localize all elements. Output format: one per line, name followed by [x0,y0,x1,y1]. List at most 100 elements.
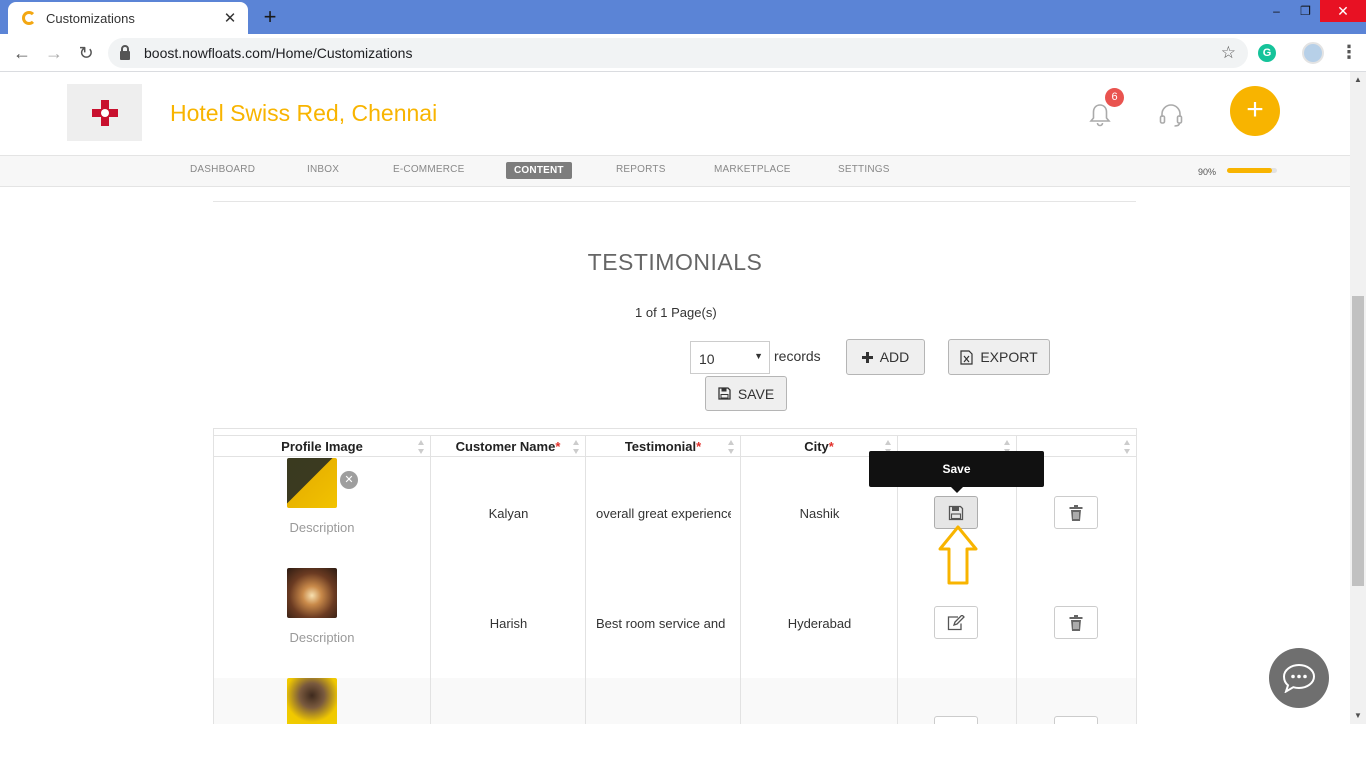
new-tab-button[interactable]: + [258,4,282,30]
profile-completion-bar [1227,168,1277,173]
up-arrow-annotation-icon [938,525,978,585]
business-name: Hotel Swiss Red, Chennai [170,100,438,126]
business-logo[interactable] [67,84,142,141]
back-button[interactable]: ← [10,41,34,65]
browser-tab-bar: Customizations ✕ + – ❐ ✕ [0,0,1366,34]
nav-marketplace[interactable]: MARKETPLACE [714,164,791,175]
customer-name-cell[interactable]: Harish [431,568,586,678]
logo-cross-icon [91,99,118,126]
nav-content[interactable]: CONTENT [506,162,572,179]
profile-image[interactable] [287,458,337,508]
export-button[interactable]: EXPORT [948,339,1050,375]
scroll-up-icon[interactable]: ▲ [1350,72,1366,88]
tab-title: Customizations [46,10,135,26]
remove-image-icon[interactable]: ✕ [340,471,358,489]
delete-row-button[interactable] [1054,716,1098,724]
customer-name-cell[interactable]: Kalyan [431,458,586,568]
testimonial-cell[interactable]: Best room service and [586,568,731,678]
required-marker: * [555,439,561,454]
required-marker: * [828,439,834,454]
favicon-icon [22,11,36,25]
bookmark-star-icon[interactable]: ☆ [1221,43,1236,63]
image-description[interactable]: Description [214,520,430,535]
grammarly-extension-icon[interactable]: G [1258,44,1276,62]
nav-dashboard[interactable]: DASHBOARD [190,164,255,175]
bell-icon[interactable] [1088,102,1112,128]
reload-button[interactable]: ↻ [74,41,98,65]
chat-bubble-icon [1282,663,1316,693]
scroll-thumb[interactable] [1352,296,1364,586]
nav-settings[interactable]: SETTINGS [838,164,890,175]
restore-button[interactable]: ❐ [1291,0,1320,22]
header-label: Profile Image [281,439,363,454]
sort-icon[interactable] [1124,440,1131,454]
delete-row-button[interactable] [1054,606,1098,639]
sort-icon[interactable] [418,440,425,454]
testimonial-cell[interactable] [586,678,731,724]
trash-icon [1069,614,1083,631]
address-bar[interactable]: boost.nowfloats.com/Home/Customizations … [108,38,1248,68]
save-tooltip: Save [869,451,1044,493]
window-close-button[interactable]: ✕ [1320,0,1366,22]
table-row: Description Harish Best room service and… [214,568,1136,678]
vertical-scrollbar[interactable]: ▲ ▼ [1350,72,1366,724]
save-button-label: SAVE [737,385,775,402]
profile-completion-fill [1227,168,1272,173]
lock-icon [120,44,130,60]
header-label: Testimonial [624,439,697,454]
chat-button[interactable] [1269,648,1329,708]
testimonial-cell[interactable]: overall great experience [586,458,731,568]
sort-icon[interactable] [728,440,735,454]
nav-ecommerce[interactable]: E-COMMERCE [393,164,464,175]
sort-icon[interactable] [573,440,580,454]
browser-toolbar: ← → ↻ boost.nowfloats.com/Home/Customiza… [0,34,1366,72]
add-testimonial-button[interactable]: ADD [846,339,925,375]
edit-row-button[interactable] [934,716,978,724]
header-label: Customer Name [455,439,556,454]
minimize-button[interactable]: – [1262,0,1291,22]
nav-inbox[interactable]: INBOX [307,164,339,175]
page-title: TESTIMONIALS [587,249,763,275]
profile-image[interactable] [287,678,337,724]
profile-image[interactable] [287,568,337,618]
browser-menu-icon[interactable]: ⋮ [1340,42,1358,63]
delete-row-button[interactable] [1054,496,1098,529]
tab-close-icon[interactable]: ✕ [222,9,238,27]
bottom-strip [0,724,1366,768]
notification-badge: 6 [1105,88,1124,107]
image-description[interactable]: Description [214,630,430,645]
window-controls: – ❐ ✕ [1262,0,1366,22]
header-label: City [804,439,829,454]
records-per-page-value: 10 [699,351,715,367]
edit-pencil-icon [947,614,965,630]
headset-support-icon[interactable] [1158,102,1184,128]
required-marker: * [696,439,702,454]
trash-icon [1069,504,1083,521]
header-profile-image[interactable]: Profile Image [214,436,431,458]
section-divider [213,201,1136,202]
app-viewport: Hotel Swiss Red, Chennai 6 + DASHBOARD I… [0,72,1350,724]
forward-button[interactable]: → [42,41,66,65]
header-customer-name[interactable]: Customer Name* [431,436,586,458]
scroll-down-icon[interactable]: ▼ [1350,708,1366,724]
quick-add-button[interactable]: + [1230,86,1280,136]
nav-reports[interactable]: REPORTS [616,164,666,175]
floppy-disk-icon [948,505,964,520]
floppy-disk-icon [718,387,731,400]
customer-name-cell[interactable] [431,678,586,724]
save-all-button[interactable]: SAVE [705,376,787,411]
city-cell[interactable]: Hyderabad [741,568,898,678]
records-per-page-select[interactable]: 10 ▼ [690,341,770,374]
edit-row-button[interactable] [934,606,978,639]
city-cell[interactable] [741,678,898,724]
profile-completion-label: 90% [1198,167,1217,177]
browser-tab[interactable]: Customizations ✕ [8,2,248,34]
dropdown-caret-icon: ▼ [754,351,763,361]
main-nav: DASHBOARD INBOX E-COMMERCE CONTENT REPOR… [0,155,1350,187]
profile-avatar[interactable] [1302,42,1324,64]
add-button-label: ADD [879,349,910,365]
plus-icon [861,351,873,363]
header-testimonial[interactable]: Testimonial* [586,436,741,458]
page-count: 1 of 1 Page(s) [635,305,717,320]
url-text[interactable]: boost.nowfloats.com/Home/Customizations [144,45,1221,61]
